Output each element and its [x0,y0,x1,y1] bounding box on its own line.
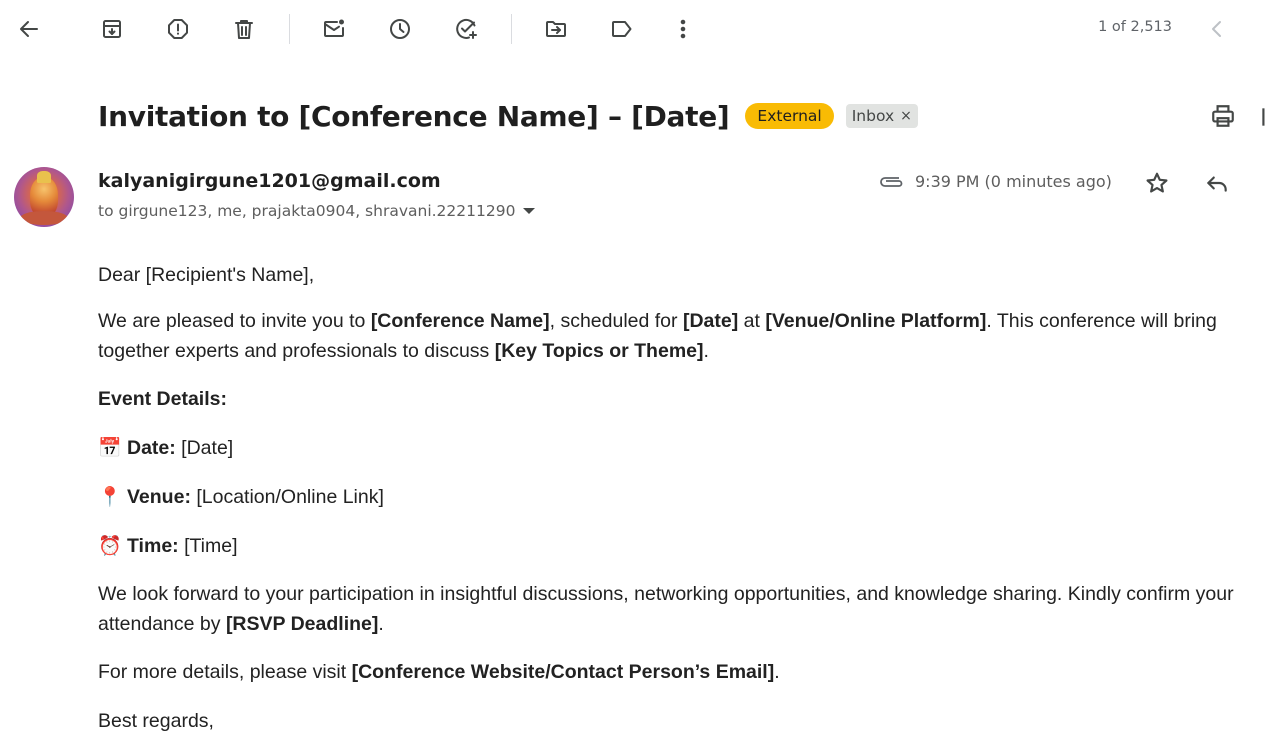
star-icon [1146,172,1168,193]
date-label: Date: [127,437,176,459]
delete-button[interactable] [224,9,264,49]
look-forward-text: . [378,613,384,635]
report-spam-button[interactable] [158,9,198,49]
add-task-icon [456,18,477,39]
intro-text: at [738,310,766,332]
move-to-button[interactable] [536,9,576,49]
open-new-window-button[interactable] [1258,104,1268,128]
sender-email[interactable]: kalyanigirgune1201@gmail.com [98,170,441,192]
back-arrow-icon [20,21,38,37]
mark-unread-button[interactable] [314,9,354,49]
report-spam-icon [168,19,188,39]
archive-button[interactable] [92,9,132,49]
more-details-text: For more details, please visit [98,661,352,683]
delete-icon [235,20,253,39]
label-button[interactable] [602,9,642,49]
venue-label: Venue: [127,486,191,508]
toolbar: 1 of 2,513 [0,0,1268,58]
event-venue-line: 📍 Venue: [Location/Online Link] [98,482,384,513]
label-icon [612,21,632,37]
website-placeholder: [Conference Website/Contact Person’s Ema… [351,661,775,683]
event-details-heading: Event Details: [98,384,227,414]
avatar-crown [37,171,51,183]
alarm-clock-icon: ⏰ [98,536,122,557]
conference-name-placeholder: [Conference Name] [370,310,550,332]
move-to-icon [546,21,566,37]
inbox-label-chip[interactable]: Inbox × [845,104,918,128]
venue-value: [Location/Online Link] [190,486,384,508]
rsvp-placeholder: [RSVP Deadline] [225,613,379,635]
pager-count: 1 of 2,513 [1098,19,1172,35]
topics-placeholder: [Key Topics or Theme] [494,340,704,362]
archive-icon [103,20,121,38]
sign-off: Best regards, [98,710,214,732]
event-date-line: 📅 Date: [Date] [98,433,233,464]
email-subject: Invitation to [Conference Name] – [Date] [98,99,730,133]
external-badge: External [745,103,834,129]
recipients-text: to girgune123, me, prajakta0904, shravan… [98,202,516,220]
show-details-dropdown-icon[interactable] [523,208,536,214]
venue-placeholder: [Venue/Online Platform] [765,310,987,332]
subject-row: Invitation to [Conference Name] – [Date]… [98,96,918,136]
remove-label-icon[interactable]: × [900,108,912,124]
intro-text: . [703,340,709,362]
intro-paragraph: We are pleased to invite you to [Confere… [98,306,1238,366]
pin-icon: 📍 [98,487,122,508]
snooze-icon [390,19,410,39]
toolbar-divider [511,14,512,44]
open-new-window-icon [1262,108,1265,126]
calendar-icon: 📅 [98,438,122,459]
reply-icon [1207,176,1227,192]
star-button[interactable] [1137,163,1177,203]
chevron-left-icon [1212,21,1221,37]
avatar-base [20,211,68,225]
add-to-tasks-button[interactable] [446,9,486,49]
time-label: Time: [127,535,179,557]
print-icon [1212,105,1234,127]
newer-button[interactable] [1197,9,1237,49]
event-time-line: ⏰ Time: [Time] [98,531,238,562]
sender-avatar[interactable] [14,167,74,227]
date-value: [Date] [175,437,234,459]
look-forward-paragraph: We look forward to your participation in… [98,579,1248,639]
more-details-text: . [774,661,780,683]
more-options-button[interactable] [663,9,703,49]
attachment-icon [877,172,905,190]
more-details-paragraph: For more details, please visit [Conferen… [98,657,780,687]
inbox-label-text: Inbox [851,107,895,125]
email-timestamp: 9:39 PM (0 minutes ago) [915,172,1112,191]
recipients-line: to girgune123, me, prajakta0904, shravan… [98,202,536,220]
toolbar-divider [289,14,290,44]
back-button[interactable] [9,9,49,49]
reply-button[interactable] [1197,163,1237,203]
print-button[interactable] [1203,96,1243,136]
event-details-heading-text: Event Details: [98,388,227,410]
more-vert-icon [680,19,686,39]
mark-unread-icon [324,19,344,37]
greeting: Dear [Recipient's Name], [98,264,315,286]
date-placeholder: [Date] [682,310,739,332]
time-value: [Time] [178,535,238,557]
intro-text: We are pleased to invite you to [98,310,371,332]
intro-text: , scheduled for [549,310,683,332]
snooze-button[interactable] [380,9,420,49]
